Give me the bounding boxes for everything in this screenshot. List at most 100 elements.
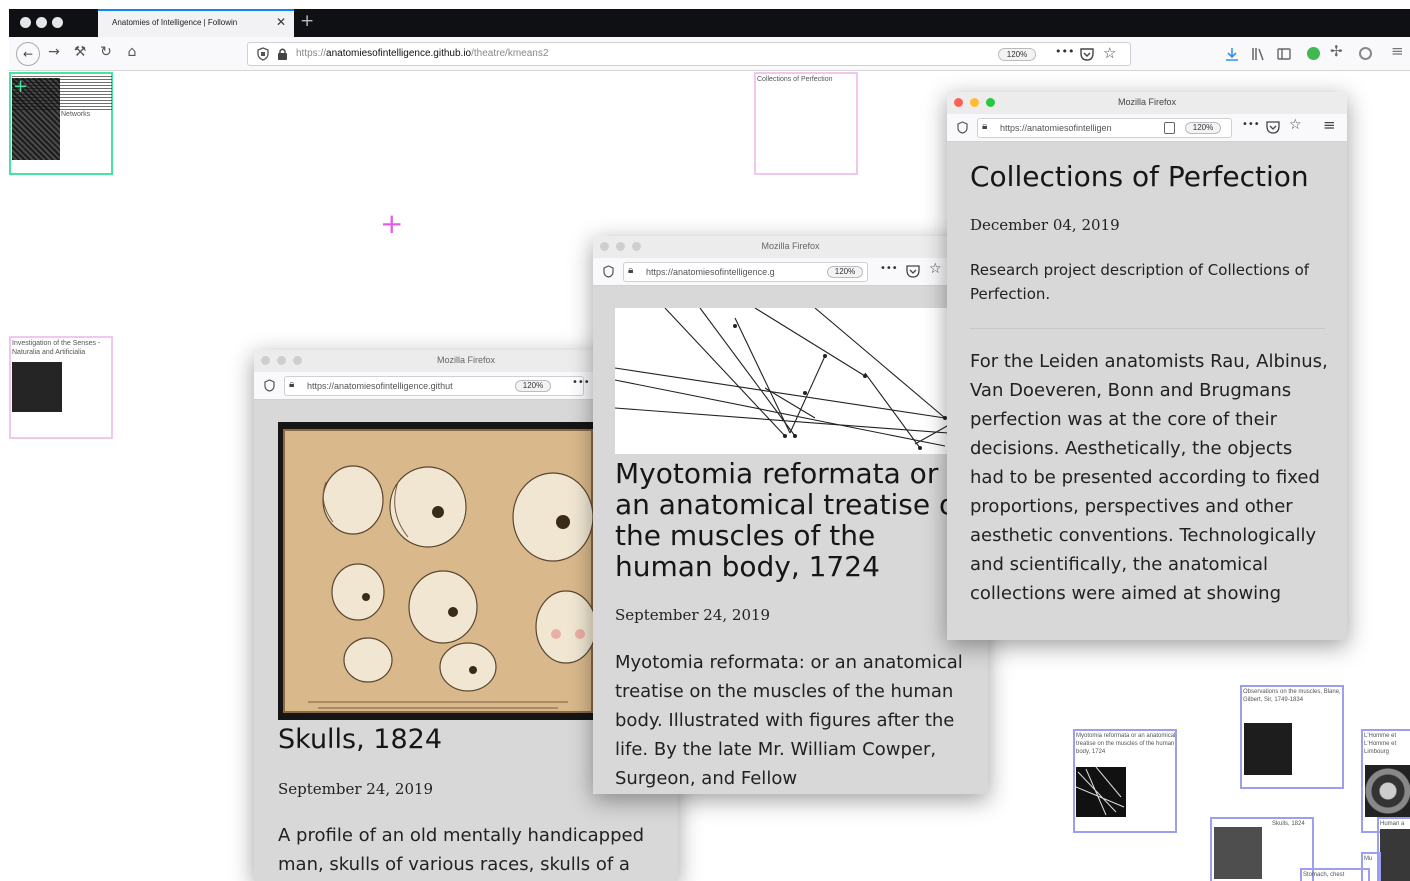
frame-thumbnail-senses xyxy=(12,362,62,412)
popup-zoom-badge[interactable]: 120% xyxy=(515,380,551,392)
home-icon[interactable]: ⌂ xyxy=(123,44,141,60)
frame-label-homme: L'Homme et L'Homme et Limbourg xyxy=(1364,733,1397,755)
window-close-dot[interactable] xyxy=(20,17,31,28)
library-icon[interactable] xyxy=(1251,47,1265,61)
popup-description: Research project description of Collecti… xyxy=(970,261,1310,303)
myotomia-diagram-image xyxy=(615,308,988,454)
frame-label-human: Human a xyxy=(1380,821,1405,827)
lock-icon: 🔒︎ xyxy=(982,121,988,132)
frame-thumbnail-myotomia xyxy=(1076,767,1126,817)
centroid-crosshair-green-icon: + xyxy=(13,76,29,97)
lock-icon: 🔒︎ xyxy=(289,379,295,390)
url-path: /theatre/kmeans2 xyxy=(471,48,549,59)
extension-pin-icon[interactable]: ✢ xyxy=(1330,42,1343,60)
shield-icon xyxy=(257,47,269,61)
popup-window-myotomia[interactable]: Mozilla Firefox 🔒︎ https://anatomiesofin… xyxy=(593,236,988,794)
sidebar-icon[interactable] xyxy=(1277,47,1291,61)
window-zoom-dot[interactable] xyxy=(52,17,63,28)
popup-title: Mozilla Firefox xyxy=(761,241,820,251)
url-domain: anatomiesofintelligence.github.io xyxy=(326,48,472,59)
popup-url-text: https://anatomiesofintelligence.g xyxy=(646,267,775,277)
hamburger-menu-icon[interactable]: ≡ xyxy=(1323,116,1336,134)
bookmark-star-icon[interactable]: ☆ xyxy=(1289,117,1302,133)
popup-date: September 24, 2019 xyxy=(615,606,771,624)
tab-title: Anatomies of Intelligence | Followin xyxy=(112,18,238,27)
frame-thumbnail-observations xyxy=(1244,723,1292,775)
popup-url-text: https://anatomiesofintelligen xyxy=(1000,123,1112,133)
popup-heading: Myotomia reformata or an anatomical trea… xyxy=(615,457,974,583)
extension-circle-icon[interactable] xyxy=(1359,47,1372,60)
browser-titlebar: Anatomies of Intelligence | Followin ✕ + xyxy=(9,9,1410,37)
popup-date: December 04, 2019 xyxy=(970,216,1120,234)
popup-zoom-badge[interactable]: 120% xyxy=(827,266,863,278)
popup-date: September 24, 2019 xyxy=(278,780,434,798)
frame-label-perfection: Collections of Perfection xyxy=(757,76,833,83)
canvas-frame-human[interactable]: Human a xyxy=(1377,817,1410,881)
canvas-frame-observations[interactable]: Observations on the muscles, Blane, Gilb… xyxy=(1240,685,1344,789)
canvas-frame-senses[interactable]: Investigation of the Senses - Naturalia … xyxy=(9,336,113,439)
popup-url-text: https://anatomiesofintelligence.githut xyxy=(307,381,453,391)
canvas-frame-myotomia[interactable]: Myotomia reformata or an anatomical trea… xyxy=(1073,729,1177,833)
forward-arrow-icon[interactable]: → xyxy=(45,44,63,60)
url-text: https://anatomiesofintelligence.github.i… xyxy=(296,48,548,59)
pocket-icon[interactable] xyxy=(1266,120,1280,134)
popup-zoom-badge[interactable]: 120% xyxy=(1185,122,1221,134)
frame-label-small: Mu xyxy=(1364,856,1373,862)
popup-url-bar[interactable]: 🔒︎ https://anatomiesofintelligence.g 120… xyxy=(623,262,868,282)
popup-navbar: 🔒︎ https://anatomiesofintelligence.g 120… xyxy=(593,258,988,286)
zoom-badge[interactable]: 120% xyxy=(998,48,1036,61)
shield-icon xyxy=(957,121,968,134)
tab-close-icon[interactable]: ✕ xyxy=(276,15,286,29)
download-icon[interactable] xyxy=(1225,47,1239,61)
popup-navbar: 🔒︎ https://anatomiesofintelligen 120% ••… xyxy=(947,114,1347,142)
frame-label-stomach: Stomach, chest xyxy=(1303,872,1345,878)
shield-icon xyxy=(264,379,275,392)
canvas-frame-perfection[interactable]: Collections of Perfection xyxy=(754,72,858,175)
page-actions-menu-icon[interactable]: ••• xyxy=(1055,45,1074,58)
lock-icon: 🔒︎ xyxy=(628,265,634,276)
skulls-engraving-image xyxy=(278,422,598,720)
popup-body-text: For the Leiden anatomists Rau, Albinus, … xyxy=(970,351,1328,604)
popup-url-bar[interactable]: 🔒︎ https://anatomiesofintelligence.githu… xyxy=(284,376,584,396)
shield-icon xyxy=(603,265,614,278)
popup-titlebar: Mozilla Firefox xyxy=(947,92,1347,114)
hamburger-menu-icon[interactable]: ≡ xyxy=(1391,42,1404,60)
lock-icon xyxy=(278,48,287,60)
bookmark-star-icon[interactable]: ☆ xyxy=(929,261,942,277)
reload-icon[interactable]: ↻ xyxy=(97,44,115,60)
frame-label-skulls: Skulls, 1824 xyxy=(1272,821,1305,827)
popup-title: Mozilla Firefox xyxy=(1117,97,1176,107)
frame-label-observations: Observations on the muscles, Blane, Gilb… xyxy=(1243,689,1341,703)
frame-label-networks: Networks xyxy=(61,111,91,118)
bookmark-star-icon[interactable]: ☆ xyxy=(1103,44,1116,62)
section-divider xyxy=(970,328,1325,329)
canvas-frame-networks[interactable]: Networks + xyxy=(9,72,113,175)
pocket-icon[interactable] xyxy=(1080,47,1094,61)
reader-view-icon[interactable] xyxy=(1164,122,1175,134)
pocket-icon[interactable] xyxy=(906,264,920,278)
wrench-icon[interactable]: ⚒ xyxy=(71,44,89,60)
popup-more-icon[interactable]: ••• xyxy=(880,263,898,274)
canvas-frame-stomach[interactable]: Stomach, chest xyxy=(1300,868,1370,881)
popup-body-text: Myotomia reformata: or an anatomical tre… xyxy=(615,652,963,789)
window-minimize-dot[interactable] xyxy=(36,17,47,28)
frame-label-myotomia: Myotomia reformata or an anatomical trea… xyxy=(1076,733,1176,755)
popup-more-icon[interactable]: ••• xyxy=(1242,119,1260,130)
frame-thumbnail-human xyxy=(1380,829,1410,881)
popup-window-perfection[interactable]: Mozilla Firefox 🔒︎ https://anatomiesofin… xyxy=(947,92,1347,640)
popup-heading: Skulls, 1824 xyxy=(278,724,443,755)
extension-green-icon[interactable] xyxy=(1307,47,1320,60)
canvas-frame-skulls[interactable]: Skulls, 1824 xyxy=(1210,817,1314,881)
popup-url-bar[interactable]: 🔒︎ https://anatomiesofintelligen 120% xyxy=(977,118,1232,138)
url-bar[interactable]: https://anatomiesofintelligence.github.i… xyxy=(247,42,1131,66)
new-tab-button[interactable]: + xyxy=(300,11,314,31)
popup-more-icon[interactable]: ••• xyxy=(572,377,590,388)
browser-navbar: ← → ⚒ ↻ ⌂ https://anatomiesofintelligenc… xyxy=(9,37,1410,71)
frame-thumbnail-homme xyxy=(1365,765,1410,817)
frame-thumbnail-skulls xyxy=(1214,827,1262,879)
popup-body-text: A profile of an old mentally handicapped… xyxy=(278,825,645,875)
centroid-crosshair-pink-icon: + xyxy=(380,207,404,240)
browser-tab[interactable]: Anatomies of Intelligence | Followin ✕ xyxy=(98,9,294,37)
back-arrow-icon[interactable]: ← xyxy=(16,42,40,66)
url-scheme: https:// xyxy=(296,48,327,59)
